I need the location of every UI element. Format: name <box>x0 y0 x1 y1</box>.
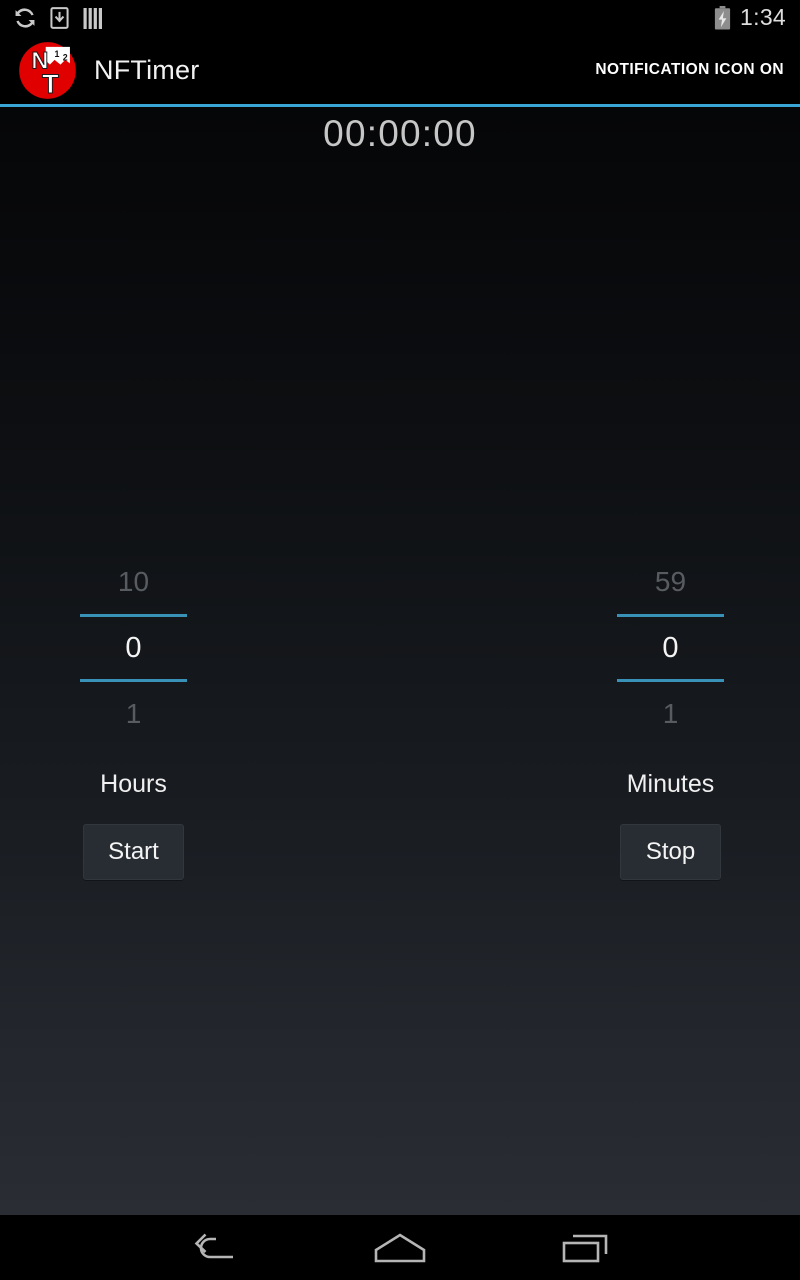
start-button[interactable]: Start <box>83 824 184 880</box>
minutes-value-below[interactable]: 1 <box>617 682 724 746</box>
nav-home-button[interactable] <box>364 1220 436 1276</box>
svg-text:1: 1 <box>54 48 59 58</box>
status-bar-notification-icons <box>14 7 103 29</box>
minutes-label: Minutes <box>626 770 715 798</box>
status-bar: 1:34 <box>0 0 800 36</box>
nav-back-button[interactable] <box>179 1220 251 1276</box>
nav-recents-button[interactable] <box>549 1220 621 1276</box>
stop-button[interactable]: Stop <box>620 824 721 880</box>
status-bar-system: 1:34 <box>714 6 786 30</box>
hours-picker-group: 10 0 1 Hours Start <box>26 550 241 880</box>
minutes-picker-group: 59 0 1 Minutes Stop <box>563 550 778 880</box>
back-arrow-icon <box>194 1233 233 1258</box>
picker-row: 10 0 1 Hours Start 59 0 1 Minutes Stop <box>0 550 800 880</box>
app-title: NFTimer <box>94 54 200 85</box>
recent-apps-icon <box>562 1234 608 1262</box>
minutes-number-picker[interactable]: 59 0 1 <box>617 550 724 746</box>
hours-value-above[interactable]: 10 <box>80 550 187 614</box>
timer-display: 00:00:00 <box>323 113 477 154</box>
app-identity[interactable]: 1 2 N T NFTimer <box>18 41 595 100</box>
action-bar: 1 2 N T NFTimer NOTIFICATION ICON ON <box>0 36 800 104</box>
status-bar-clock: 1:34 <box>740 4 786 30</box>
nftimer-logo-icon: 1 2 N T <box>19 41 76 99</box>
svg-text:2: 2 <box>63 52 68 62</box>
main-content: 00:00:00 10 0 1 Hours Start 59 0 1 Minut… <box>0 107 800 1215</box>
sync-icon <box>15 8 35 28</box>
android-device-screen: 1:34 1 2 N T NFTimer NOTIFICATION ICON O… <box>0 0 800 1280</box>
notification-icon-toggle[interactable]: NOTIFICATION ICON ON <box>595 61 786 79</box>
svg-text:T: T <box>42 67 59 98</box>
hours-value-below[interactable]: 1 <box>80 682 187 746</box>
battery-charging-icon <box>714 6 731 30</box>
hours-label: Hours <box>100 770 167 798</box>
home-icon <box>374 1232 426 1262</box>
download-to-device-icon <box>50 7 69 29</box>
minutes-value-above[interactable]: 59 <box>617 550 724 614</box>
navigation-bar <box>0 1215 800 1280</box>
hours-number-picker[interactable]: 10 0 1 <box>80 550 187 746</box>
hours-value-selected[interactable]: 0 <box>80 617 187 679</box>
vertical-bars-icon <box>83 7 102 29</box>
minutes-value-selected[interactable]: 0 <box>617 617 724 679</box>
